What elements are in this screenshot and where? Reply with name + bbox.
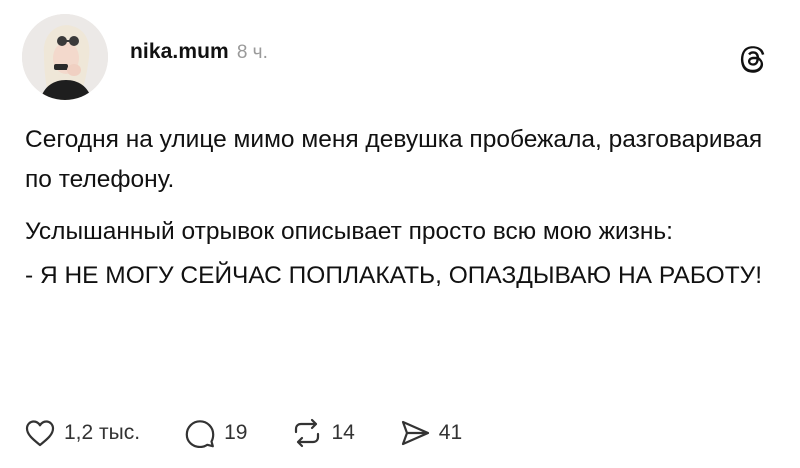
repost-count: 14 bbox=[331, 421, 355, 444]
threads-logo-icon[interactable] bbox=[738, 44, 768, 74]
share-button[interactable]: 41 bbox=[399, 418, 462, 448]
post-paragraph-2: Услышанный отрывок описывает просто всю … bbox=[25, 218, 673, 245]
action-bar: 1,2 тыс. 19 14 41 bbox=[24, 416, 462, 450]
reply-count: 19 bbox=[224, 421, 248, 444]
post-paragraph-1: Сегодня на улице мимо меня девушка пробе… bbox=[25, 126, 763, 193]
comment-icon bbox=[185, 420, 215, 448]
like-button[interactable]: 1,2 тыс. bbox=[24, 418, 140, 448]
post-paragraph-3: - Я НЕ МОГУ СЕЙЧАС ПОПЛАКАТЬ, ОПАЗДЫВАЮ … bbox=[25, 262, 763, 289]
username[interactable]: nika.mum bbox=[130, 40, 229, 64]
threads-post: nika.mum 8 ч. Сегодня на улице мимо меня… bbox=[0, 0, 800, 468]
reply-button[interactable]: 19 bbox=[184, 418, 247, 448]
post-time: 8 ч. bbox=[236, 42, 268, 63]
send-icon bbox=[401, 420, 429, 446]
avatar-photo bbox=[22, 14, 108, 100]
heart-icon bbox=[25, 420, 55, 447]
post-body: Сегодня на улице мимо меня девушка пробе… bbox=[25, 120, 785, 296]
repost-button[interactable]: 14 bbox=[291, 418, 355, 448]
avatar[interactable] bbox=[22, 14, 108, 100]
share-count: 41 bbox=[438, 421, 463, 444]
post-header: nika.mum 8 ч. bbox=[130, 40, 268, 64]
repost-icon bbox=[295, 418, 320, 448]
like-count: 1,2 тыс. bbox=[64, 421, 141, 444]
